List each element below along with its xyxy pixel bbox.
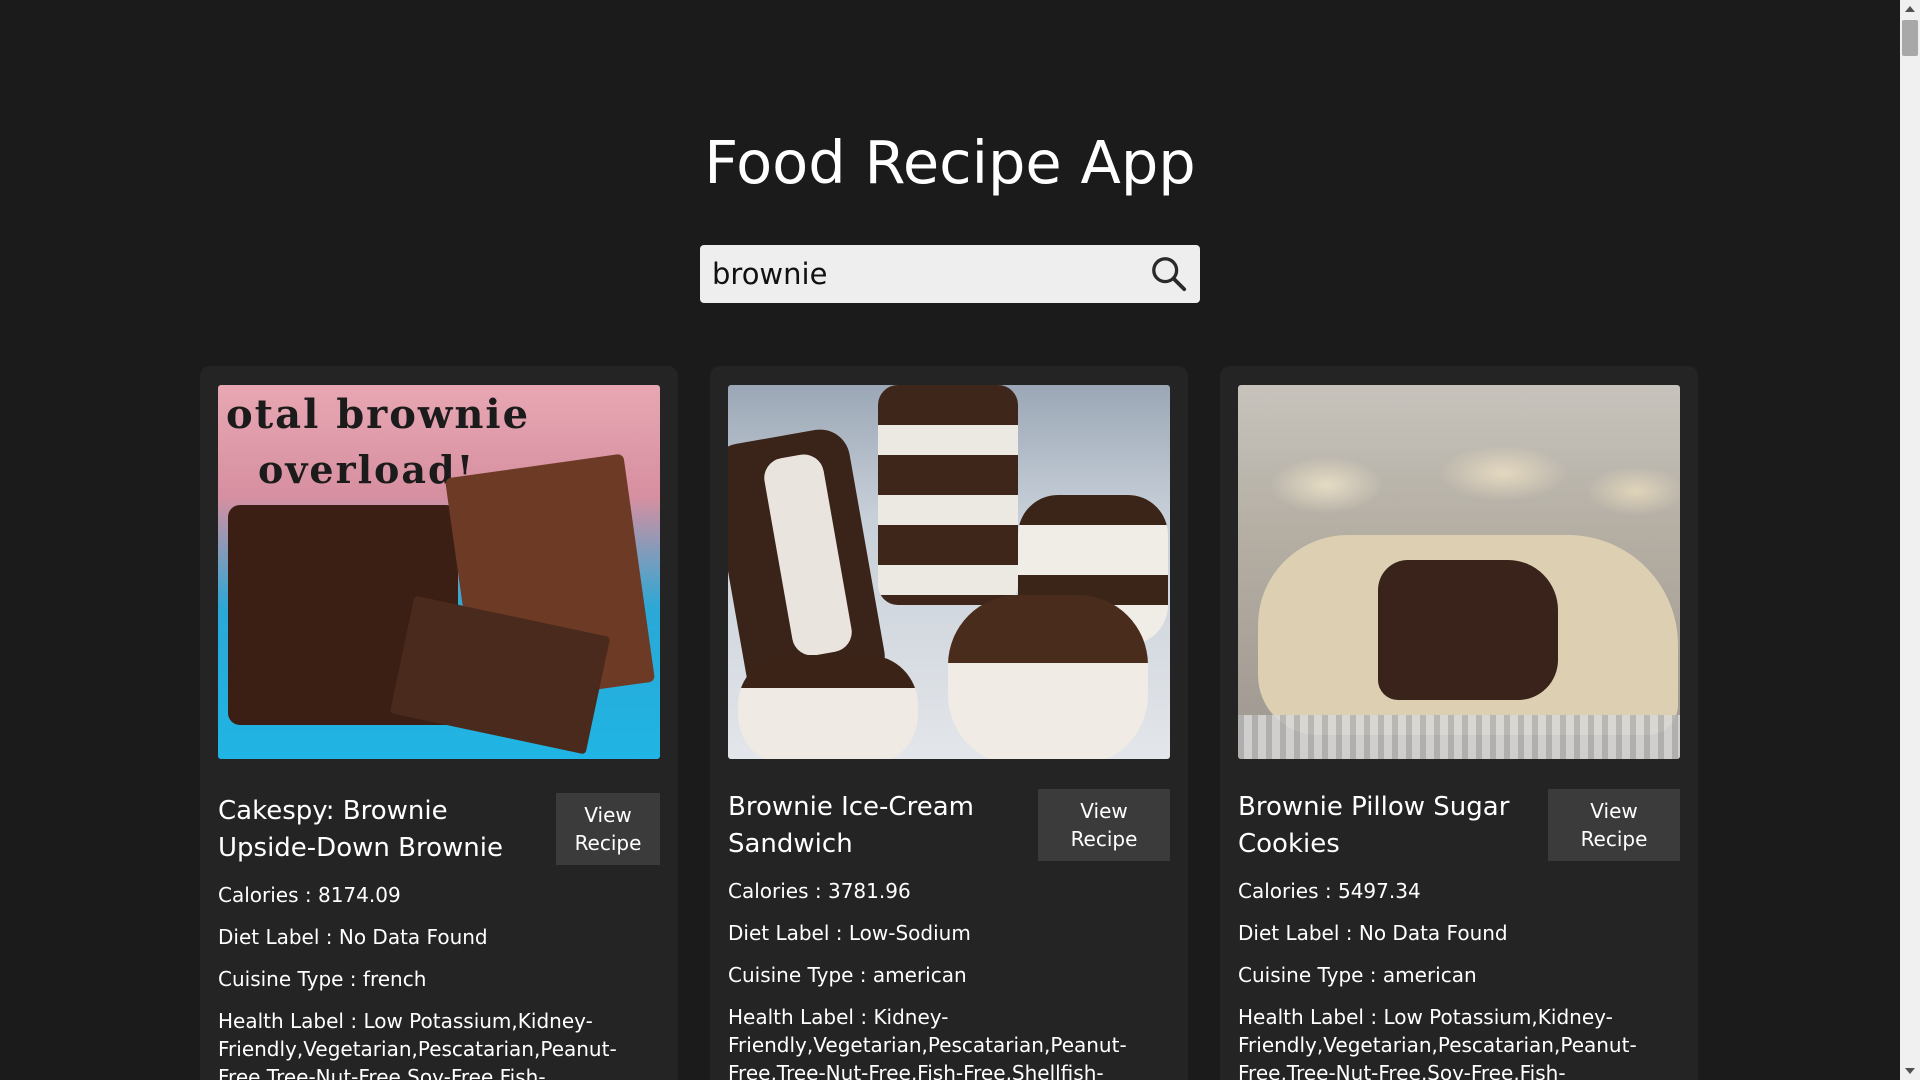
- recipe-card-header: Brownie Ice-Cream Sandwich View Recipe: [728, 789, 1170, 863]
- recipe-cuisine-type: Cuisine Type : american: [1238, 963, 1477, 987]
- recipe-title: Brownie Pillow Sugar Cookies: [1238, 792, 1510, 859]
- app-title: Food Recipe App: [704, 128, 1196, 197]
- search-input[interactable]: [700, 245, 1138, 303]
- recipe-health-label: Health Label : Kidney-Friendly,Vegetaria…: [728, 1005, 1127, 1080]
- recipe-image: otal brownie overload!: [218, 385, 660, 759]
- recipe-diet-label: Diet Label : No Data Found: [1238, 921, 1508, 945]
- recipe-image: [728, 385, 1170, 759]
- view-recipe-button[interactable]: View Recipe: [1548, 789, 1680, 861]
- scroll-down-arrow-icon[interactable]: [1900, 1064, 1920, 1078]
- recipe-diet-label: Diet Label : Low-Sodium: [728, 921, 971, 945]
- search-button[interactable]: [1138, 245, 1200, 303]
- recipe-health-label: Health Label : Low Potassium,Kidney-Frie…: [1238, 1005, 1637, 1080]
- recipe-title: Cakespy: Brownie Upside-Down Brownie: [218, 796, 503, 863]
- recipe-diet-label: Diet Label : No Data Found: [218, 925, 488, 949]
- recipe-card: otal brownie overload! Cakespy: Brownie …: [200, 366, 678, 1080]
- view-recipe-button[interactable]: View Recipe: [1038, 789, 1170, 861]
- vertical-scrollbar[interactable]: [1900, 0, 1920, 1080]
- recipe-calories: Calories : 5497.34: [1238, 879, 1421, 903]
- recipe-card: Brownie Ice-Cream Sandwich View Recipe C…: [710, 366, 1188, 1080]
- recipe-calories: Calories : 3781.96: [728, 879, 911, 903]
- search-bar: [700, 245, 1200, 303]
- recipe-list: otal brownie overload! Cakespy: Brownie …: [200, 366, 1698, 1080]
- image-doodle-text: overload!: [258, 447, 476, 492]
- recipe-image: [1238, 385, 1680, 759]
- recipe-card-header: Cakespy: Brownie Upside-Down Brownie Vie…: [218, 793, 660, 867]
- image-doodle-text: otal brownie: [226, 391, 531, 438]
- recipe-cuisine-type: Cuisine Type : american: [728, 963, 967, 987]
- recipe-title: Brownie Ice-Cream Sandwich: [728, 792, 974, 859]
- search-icon: [1152, 257, 1187, 292]
- recipe-health-label: Health Label : Low Potassium,Kidney-Frie…: [218, 1009, 617, 1080]
- recipe-cuisine-type: Cuisine Type : french: [218, 967, 427, 991]
- recipe-calories: Calories : 8174.09: [218, 883, 401, 907]
- view-recipe-button[interactable]: View Recipe: [556, 793, 660, 865]
- recipe-card: Brownie Pillow Sugar Cookies View Recipe…: [1220, 366, 1698, 1080]
- page: Food Recipe App otal brownie overload! C…: [0, 0, 1900, 1080]
- recipe-card-header: Brownie Pillow Sugar Cookies View Recipe: [1238, 789, 1680, 863]
- scrollbar-thumb[interactable]: [1902, 20, 1918, 56]
- scroll-up-arrow-icon[interactable]: [1900, 2, 1920, 16]
